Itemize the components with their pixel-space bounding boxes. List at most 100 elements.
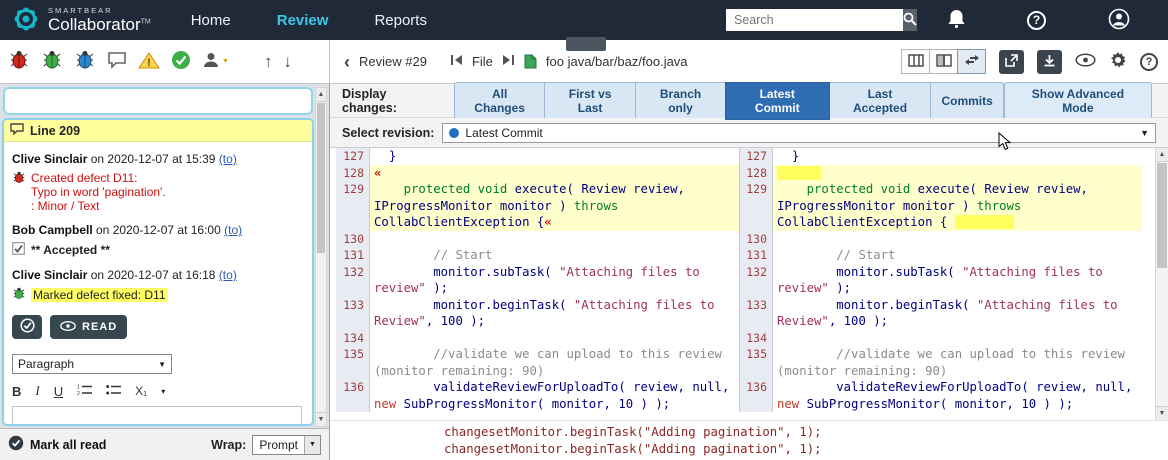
nav-item-home[interactable]: Home [191,12,231,29]
numbered-list-icon: 12 [77,385,92,399]
line-number: 128 [336,165,370,182]
diff-help-icon: ? [1146,56,1153,68]
display-btn-commits[interactable]: Commits [930,82,1003,120]
settings-button[interactable] [1109,51,1127,72]
nav-item-reports[interactable]: Reports [374,12,427,29]
subscript-button[interactable]: X₁ [135,384,147,398]
display-btn-last-accepted[interactable]: Last Accepted [829,82,932,120]
comment-button[interactable] [107,51,127,72]
side-by-side-button[interactable] [957,49,986,74]
download-button[interactable] [1037,50,1062,74]
comment-input[interactable] [12,406,302,426]
prev-file-button[interactable] [450,54,463,69]
defect-text: Created defect D11: Typo in word 'pagina… [31,171,166,213]
wrap-caret-icon: ▼ [304,436,320,454]
toolbar-row: ! ▼ ↑ ↓ ‹ Review #29 File foo java/bar/b… [0,40,1168,84]
fixed-defect-button[interactable] [41,50,63,73]
code-line: } [370,148,739,165]
display-changes-group: All ChangesFirst vs LastBranch onlyLates… [454,82,1004,120]
display-btn-branch-only[interactable]: Branch only [635,82,726,120]
paragraph-select[interactable]: Paragraph ▼ [12,354,172,374]
diff-scroll-down-button[interactable]: ▼ [1156,406,1168,420]
diff-scrollbar[interactable]: ▲ ▼ [1155,148,1168,420]
file-path[interactable]: foo java/bar/baz/foo.java [546,54,688,69]
format-toolbar: B I U 12 X₁ ▾ [12,383,304,399]
layout-button-group [902,49,986,74]
accept-button[interactable] [171,50,191,73]
bullet-list-icon [106,385,121,399]
person-caret-icon: ▼ [222,58,229,65]
code-line: monitor.beginTask( "Attaching files to R… [773,297,1142,330]
show-advanced-mode-button[interactable]: Show Advanced Mode [1004,82,1152,120]
display-btn-all-changes[interactable]: All Changes [454,82,545,120]
line-number: 133 [739,297,773,330]
circle-check-icon [20,318,35,336]
nav-item-review[interactable]: Review [277,12,329,29]
diff-help-button[interactable]: ? [1140,53,1158,71]
bold-button[interactable]: B [12,384,21,399]
chevron-down-icon: ▼ [158,360,166,369]
warning-button[interactable]: ! [138,51,160,73]
create-defect-button[interactable] [8,50,30,73]
read-button[interactable]: READ [50,315,127,339]
defect-block: Created defect D11: Typo in word 'pagina… [12,171,304,213]
help-button[interactable]: ? [1027,11,1046,30]
speech-bubble-icon [107,51,127,72]
code-line: } [773,148,1142,165]
next-file-button[interactable] [502,54,515,69]
bullet-list-button[interactable] [106,384,121,399]
split-pane-button[interactable] [929,49,958,74]
account-button[interactable] [1108,8,1130,33]
diff-row: 133 monitor.beginTask( "Attaching files … [739,297,1142,330]
line-number: 136 [336,379,370,412]
green-bug-icon [41,50,63,73]
display-btn-latest-commit[interactable]: Latest Commit [725,82,830,120]
search-box [726,9,896,31]
file-nav-label[interactable]: File [472,54,493,69]
comment-link[interactable]: (to) [224,223,242,237]
comment-link[interactable]: (to) [219,268,237,282]
sidebar-toolbar: ! ▼ ↑ ↓ [0,40,330,83]
code-line [773,165,1142,182]
wrap-select-value: Prompt [253,438,304,452]
scroll-up-button[interactable]: ▲ [316,88,326,102]
numbered-list-button[interactable]: 12 [77,384,92,399]
code-line: monitor.beginTask( "Attaching files to R… [370,297,739,330]
prev-comment-button[interactable]: ↑ [264,52,273,72]
single-pane-button[interactable] [901,49,930,74]
wrap-select[interactable]: Prompt ▼ [252,435,321,455]
italic-button[interactable]: I [35,383,39,399]
search-input[interactable] [726,9,903,31]
display-btn-first-vs-last[interactable]: First vs Last [544,82,636,120]
code-line: monitor.subTask( "Attaching files to rev… [370,264,739,297]
search-button[interactable] [903,9,917,31]
code-line [370,231,739,248]
comment-link[interactable]: (to) [219,152,237,166]
assignee-button[interactable]: ▼ [202,51,229,72]
more-formats-button[interactable]: ▾ [161,387,165,396]
sidebar-scrollbar[interactable]: ▲ ▼ [315,87,327,427]
line-number: 127 [336,148,370,165]
file-toolbar: ‹ Review #29 File foo java/bar/baz/foo.j… [330,40,1168,83]
scroll-down-button[interactable]: ▼ [316,412,326,426]
diff-scroll-up-button[interactable]: ▲ [1156,148,1168,162]
line-number: 132 [336,264,370,297]
scroll-thumb[interactable] [317,103,325,253]
diff-row: 136 validateReviewForUploadTo( review, n… [336,379,739,412]
diff-scroll-thumb[interactable] [1157,163,1167,268]
review-title[interactable]: Review #29 [359,54,427,69]
notifications-button[interactable] [948,9,965,31]
mark-read-toggle-button[interactable] [12,315,42,339]
diff-row: 128 [739,165,1142,182]
external-defect-button[interactable] [74,50,96,73]
underline-button[interactable]: U [54,384,63,399]
watch-button[interactable] [1075,53,1096,70]
next-comment-button[interactable]: ↓ [283,52,292,72]
mark-all-read-button[interactable]: Mark all read [30,438,106,452]
comment-meta: Bob Campbell on 2020-12-07 at 16:00 (to) [12,223,304,237]
line-number: 132 [739,264,773,297]
external-view-button[interactable] [999,50,1024,74]
check-circle-icon [171,50,191,73]
revision-dropdown[interactable]: Latest Commit ▼ [442,123,1156,143]
back-chevron-icon[interactable]: ‹ [344,53,350,71]
